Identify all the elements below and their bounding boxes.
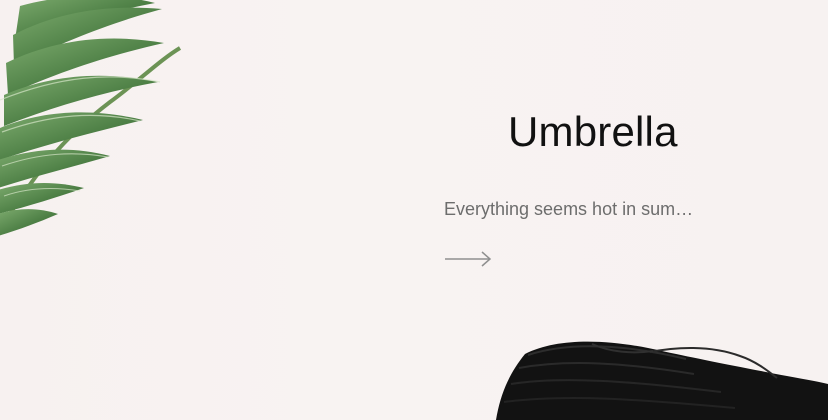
right-arrow-icon[interactable] [444, 248, 492, 270]
hero-description: Everything seems hot in sum… [444, 199, 694, 219]
folded-umbrella-image [496, 341, 828, 420]
hero-banner: Umbrella Everything seems hot in sum… [0, 0, 828, 420]
hero-title: Umbrella [508, 108, 678, 155]
palm-leaf-decoration [0, 0, 182, 236]
